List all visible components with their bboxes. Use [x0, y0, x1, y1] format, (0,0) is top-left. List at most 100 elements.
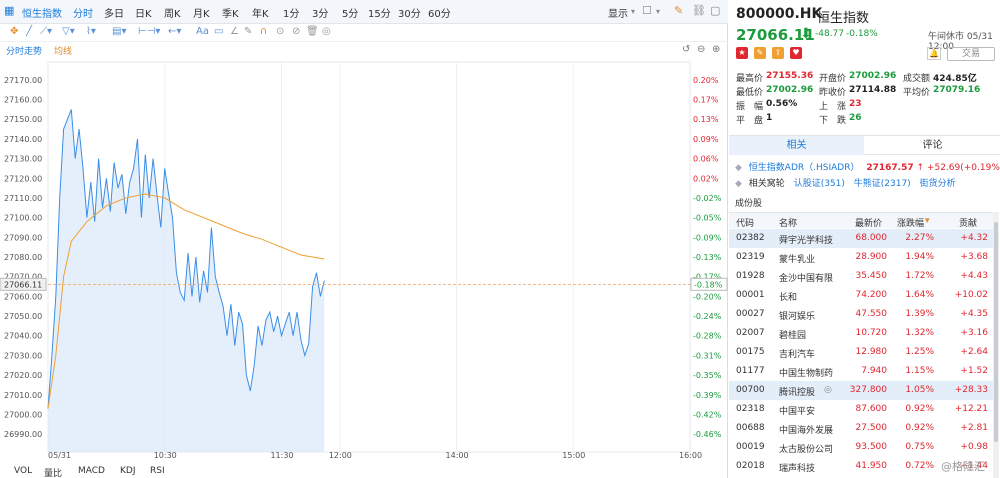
heart-icon[interactable]: ♥ — [790, 47, 802, 59]
pencil-icon[interactable]: ✎ — [674, 4, 683, 17]
table-row[interactable]: 00027 银河娱乐 47.550 1.39% +4.35 — [729, 305, 993, 324]
period-tab-15min[interactable]: 15分 — [368, 5, 391, 20]
bell-icon[interactable]: 🔔 — [927, 47, 941, 60]
indicator-tab-volume-ratio[interactable]: 量比 — [44, 466, 62, 478]
indicator-tab-vol[interactable]: VOL — [14, 466, 32, 476]
warrants-link[interactable]: 认股证(351) — [794, 179, 845, 189]
table-row[interactable]: 00688 中国海外发展 27.500 0.92% +2.81 — [729, 419, 993, 438]
crosshair-icon[interactable]: ✥ — [10, 26, 18, 37]
sort-down-icon[interactable]: ▾ — [925, 216, 930, 226]
period-tab-quarterly[interactable]: 季K — [222, 5, 239, 20]
measure-tool-icon[interactable]: ⊢⊣▾ — [138, 26, 160, 37]
x-tick-label: 15:00 — [562, 451, 585, 460]
y-tick-label: 27170.00 — [4, 76, 42, 85]
zoom-out-icon[interactable]: ⊖ — [697, 44, 705, 55]
table-row[interactable]: 00700 腾讯控股 327.800 1.05% +28.33 ◎ — [729, 381, 993, 400]
eye-icon[interactable]: ◎ — [322, 26, 331, 37]
checkbox-icon[interactable]: ☐ — [642, 4, 652, 17]
table-row[interactable]: 00175 吉利汽车 12.980 1.25% +2.64 — [729, 343, 993, 362]
channel-tool-icon[interactable]: ▽▾ — [62, 26, 75, 37]
table-row[interactable]: 00001 长和 74.200 1.64% +10.02 — [729, 286, 993, 305]
shape-tool-icon[interactable]: ▭ — [214, 26, 223, 37]
period-tab-intraday[interactable]: 分时 — [73, 5, 93, 20]
street-analysis-link[interactable]: 街货分析 — [920, 179, 956, 189]
col-price[interactable]: 最新价 — [855, 216, 882, 229]
y-tick-label: 27140.00 — [4, 135, 42, 144]
period-tab-5min[interactable]: 5分 — [342, 5, 358, 20]
intraday-chart[interactable]: 27170.00 0.20% 27160.00 0.17% 27150.00 0.13% 2… — [0, 58, 728, 466]
indicator-tab-rsi[interactable]: RSI — [150, 466, 165, 476]
period-tab-monthly[interactable]: 月K — [193, 5, 210, 20]
tab-comments[interactable]: 评论 — [865, 136, 1000, 155]
wave-tool-icon[interactable]: ⌇▾ — [86, 26, 96, 37]
price-change: -48.77 — [815, 29, 845, 39]
period-tab-multiday[interactable]: 多日 — [104, 5, 124, 20]
trash-icon[interactable]: 🗑 — [306, 26, 319, 37]
table-row[interactable]: 02007 碧桂园 10.720 1.32% +3.16 — [729, 324, 993, 343]
cell-pct: 0.92% — [905, 423, 934, 433]
period-tab-daily[interactable]: 日K — [135, 5, 152, 20]
arrow-tool-icon[interactable]: ←▾ — [168, 26, 181, 37]
trade-button[interactable]: 交易 — [947, 47, 995, 61]
indicator-tab-kdj[interactable]: KDJ — [120, 466, 136, 476]
chevron-down-icon[interactable]: ▾ — [631, 7, 635, 16]
x-tick-label: 12:00 — [329, 451, 352, 460]
table-row[interactable]: 01928 金沙中国有限 35.450 1.72% +4.43 — [729, 267, 993, 286]
table-row[interactable]: 02382 舜宇光学科技 68.000 2.27% +4.32 — [729, 229, 993, 248]
magnet-icon[interactable]: ∩ — [260, 26, 267, 37]
display-dropdown[interactable]: 显示 — [608, 5, 628, 20]
diamond-icon: ◆ — [735, 163, 742, 173]
cell-code: 00175 — [736, 347, 765, 357]
tab-average-line[interactable]: 均线 — [54, 44, 72, 57]
tab-intraday-trend[interactable]: 分时走势 — [6, 44, 42, 57]
grid-icon[interactable]: ▦ — [4, 4, 14, 17]
adr-change: +52.69(+0.19%) — [926, 163, 1000, 173]
link-icon[interactable]: ⛓ — [692, 4, 706, 17]
eye-icon[interactable]: ◎ — [824, 385, 832, 395]
cell-name: 中国平安 — [779, 407, 816, 417]
cell-price: 7.940 — [861, 366, 887, 376]
note-icon[interactable]: ✎ — [754, 47, 766, 59]
table-row[interactable]: 01177 中国生物制药 7.940 1.15% +1.52 — [729, 362, 993, 381]
cell-contribution: +10.02 — [954, 290, 988, 300]
indicator-tab-macd[interactable]: MACD — [78, 466, 105, 476]
col-name[interactable]: 名称 — [779, 216, 797, 229]
lock-icon[interactable]: ⊙ — [276, 26, 284, 37]
tab-related[interactable]: 相关 — [729, 136, 864, 155]
table-row[interactable]: 02318 中国平安 87.600 0.92% +12.21 — [729, 400, 993, 419]
cell-code: 02319 — [736, 252, 765, 262]
period-tab-1min[interactable]: 1分 — [283, 5, 299, 20]
scroll-thumb[interactable] — [994, 222, 998, 442]
col-contribution[interactable]: 贡献 — [959, 216, 977, 229]
ray-tool-icon[interactable]: ⟋▾ — [40, 26, 52, 37]
col-pct[interactable]: 涨跌幅 — [897, 216, 924, 229]
drawing-toolbar: ✥ ╱ ⟋▾ ▽▾ ⌇▾ ▤▾ ⊢⊣▾ ←▾ Aa ▭ ∠ ✎ ∩ ⊙ ⊘ 🗑 … — [0, 24, 728, 42]
hide-icon[interactable]: ⊘ — [292, 26, 300, 37]
table-row[interactable]: 02319 蒙牛乳业 28.900 1.94% +3.68 — [729, 248, 993, 267]
chevron-down-icon[interactable]: ▾ — [656, 7, 660, 16]
cell-contribution: +4.35 — [960, 309, 988, 319]
text-tool-icon[interactable]: Aa — [196, 26, 209, 37]
col-code[interactable]: 代码 — [736, 216, 754, 229]
window-icon[interactable]: ▢ — [710, 4, 720, 17]
y-pct-label: -0.24% — [693, 312, 722, 321]
cell-price: 47.550 — [855, 309, 888, 319]
undo-icon[interactable]: ↺ — [682, 44, 690, 55]
fib-tool-icon[interactable]: ▤▾ — [112, 26, 126, 37]
period-tab-3min[interactable]: 3分 — [312, 5, 328, 20]
period-tab-yearly[interactable]: 年K — [252, 5, 269, 20]
period-tab-weekly[interactable]: 周K — [164, 5, 181, 20]
line-tool-icon[interactable]: ╱ — [26, 26, 32, 37]
period-tab-30min[interactable]: 30分 — [398, 5, 421, 20]
table-scrollbar[interactable] — [993, 212, 999, 478]
high-value: 27155.36 — [766, 71, 814, 81]
period-tab-60min[interactable]: 60分 — [428, 5, 451, 20]
cbbc-link[interactable]: 牛熊证(2317) — [854, 179, 911, 189]
favorite-star-icon[interactable]: ★ — [736, 47, 748, 59]
share-icon[interactable]: ⇪ — [772, 47, 784, 59]
pen-icon[interactable]: ✎ — [244, 26, 252, 37]
zoom-in-icon[interactable]: ⊕ — [712, 44, 720, 55]
ruler-icon[interactable]: ∠ — [230, 26, 239, 37]
adr-row[interactable]: ◆ 恒生指数ADR（.HSIADR） 27167.57 ↑ +52.69(+0.… — [735, 160, 1000, 173]
table-row[interactable]: 00019 太古股份公司 93.500 0.75% +0.98 — [729, 438, 993, 457]
